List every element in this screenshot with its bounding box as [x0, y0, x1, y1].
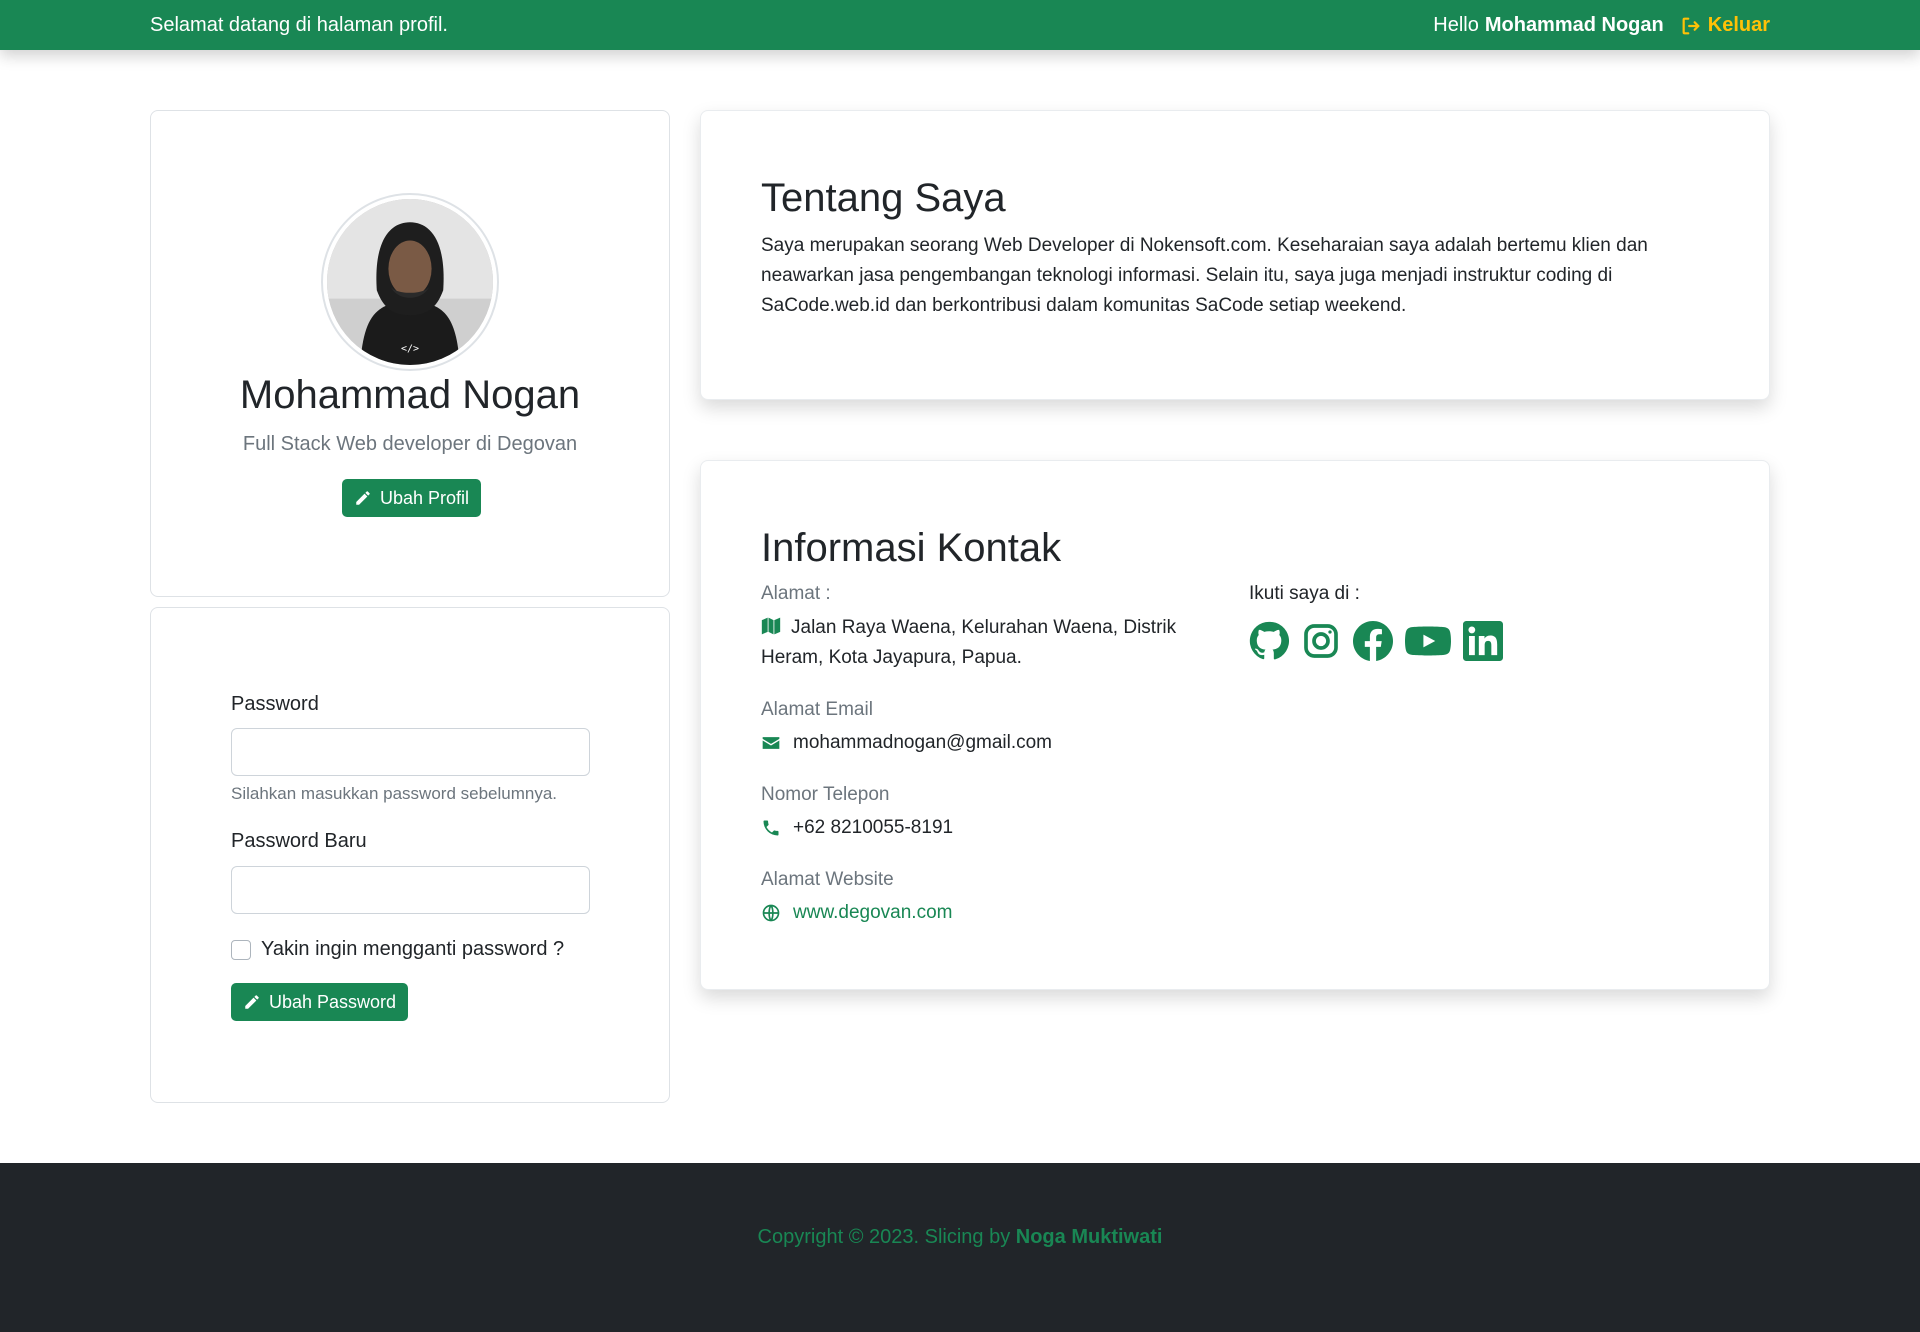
contact-card: Informasi Kontak Alamat : Jalan Raya Wae…	[700, 460, 1770, 990]
pencil-icon	[356, 491, 370, 505]
globe-icon	[762, 904, 780, 922]
about-title: Tentang Saya	[761, 176, 1006, 220]
phone-icon	[763, 820, 779, 836]
email-value: mohammadnogan@gmail.com	[761, 728, 1052, 758]
website-value: www.degovan.com	[761, 898, 952, 928]
website-link[interactable]: www.degovan.com	[793, 898, 952, 928]
password-label: Password	[231, 693, 319, 715]
change-password-label: Ubah Password	[269, 991, 397, 1012]
avatar-image: </>	[327, 199, 493, 365]
phone-label: Nomor Telepon	[761, 784, 890, 805]
logout-label: Keluar	[1707, 14, 1770, 36]
facebook-icon[interactable]	[1353, 621, 1393, 661]
phone-value: +62 8210055-8191	[761, 813, 953, 843]
address-label: Alamat :	[761, 583, 831, 604]
linkedin-icon[interactable]	[1463, 621, 1503, 661]
greeting-text: Hello	[1433, 14, 1479, 36]
profile-role: Full Stack Web developer di Degovan	[242, 433, 578, 455]
welcome-text: Selamat datang di halaman profil.	[150, 14, 448, 36]
address-text: Jalan Raya Waena, Kelurahan Waena, Distr…	[761, 617, 1177, 668]
user-area: Hello Mohammad Nogan Keluar	[1433, 14, 1770, 37]
contact-title: Informasi Kontak	[761, 526, 1062, 570]
footer-author: Noga Muktiwati	[1015, 1226, 1163, 1248]
edit-profile-label: Ubah Profil	[380, 487, 470, 508]
pencil-icon	[245, 995, 259, 1009]
follow-label: Ikuti saya di :	[1249, 583, 1360, 604]
confirm-label: Yakin ingin mengganti password ?	[261, 938, 565, 960]
phone-text: +62 8210055-8191	[793, 817, 954, 838]
top-navbar: Selamat datang di halaman profil. Hello …	[0, 0, 1920, 50]
password-help-text: Silahkan masukkan password sebelumnya.	[231, 784, 558, 803]
copyright: Copyright © 2023. Slicing by Noga Muktiw…	[0, 1226, 1920, 1249]
website-label: Alamat Website	[761, 869, 894, 890]
instagram-icon[interactable]	[1301, 621, 1341, 661]
avatar: </>	[321, 193, 499, 371]
logout-icon	[1682, 17, 1700, 34]
edit-profile-button[interactable]: Ubah Profil	[342, 479, 482, 517]
email-text: mohammadnogan@gmail.com	[793, 732, 1053, 753]
profile-card: </> Mohammad Nogan Full Stack Web develo…	[150, 110, 670, 597]
about-card: Tentang Saya Saya merupakan seorang Web …	[700, 110, 1770, 400]
confirm-checkbox[interactable]	[231, 939, 251, 960]
profile-name: Mohammad Nogan	[239, 373, 581, 417]
copyright-text: Copyright © 2023. Slicing by	[757, 1226, 1011, 1248]
change-password-button[interactable]: Ubah Password	[231, 983, 409, 1021]
password-card: Password Silahkan masukkan password sebe…	[150, 607, 670, 1103]
about-text: Saya merupakan seorang Web Developer di …	[761, 235, 1648, 316]
svg-text:</>: </>	[401, 344, 419, 355]
social-links	[1249, 621, 1503, 661]
user-name: Mohammad Nogan	[1484, 14, 1664, 36]
github-icon[interactable]	[1249, 621, 1289, 661]
map-icon	[761, 617, 781, 635]
youtube-icon[interactable]	[1405, 621, 1451, 661]
confirm-row: Yakin ingin mengganti password ?	[231, 938, 564, 961]
password-input[interactable]	[231, 728, 590, 776]
email-label: Alamat Email	[761, 699, 873, 720]
new-password-label: Password Baru	[231, 830, 367, 852]
logout-link[interactable]: Keluar	[1680, 14, 1770, 37]
new-password-input[interactable]	[231, 866, 590, 914]
envelope-icon	[762, 737, 780, 749]
footer: Copyright © 2023. Slicing by Noga Muktiw…	[0, 1163, 1920, 1332]
address-value: Jalan Raya Waena, Kelurahan Waena, Distr…	[761, 613, 1201, 673]
